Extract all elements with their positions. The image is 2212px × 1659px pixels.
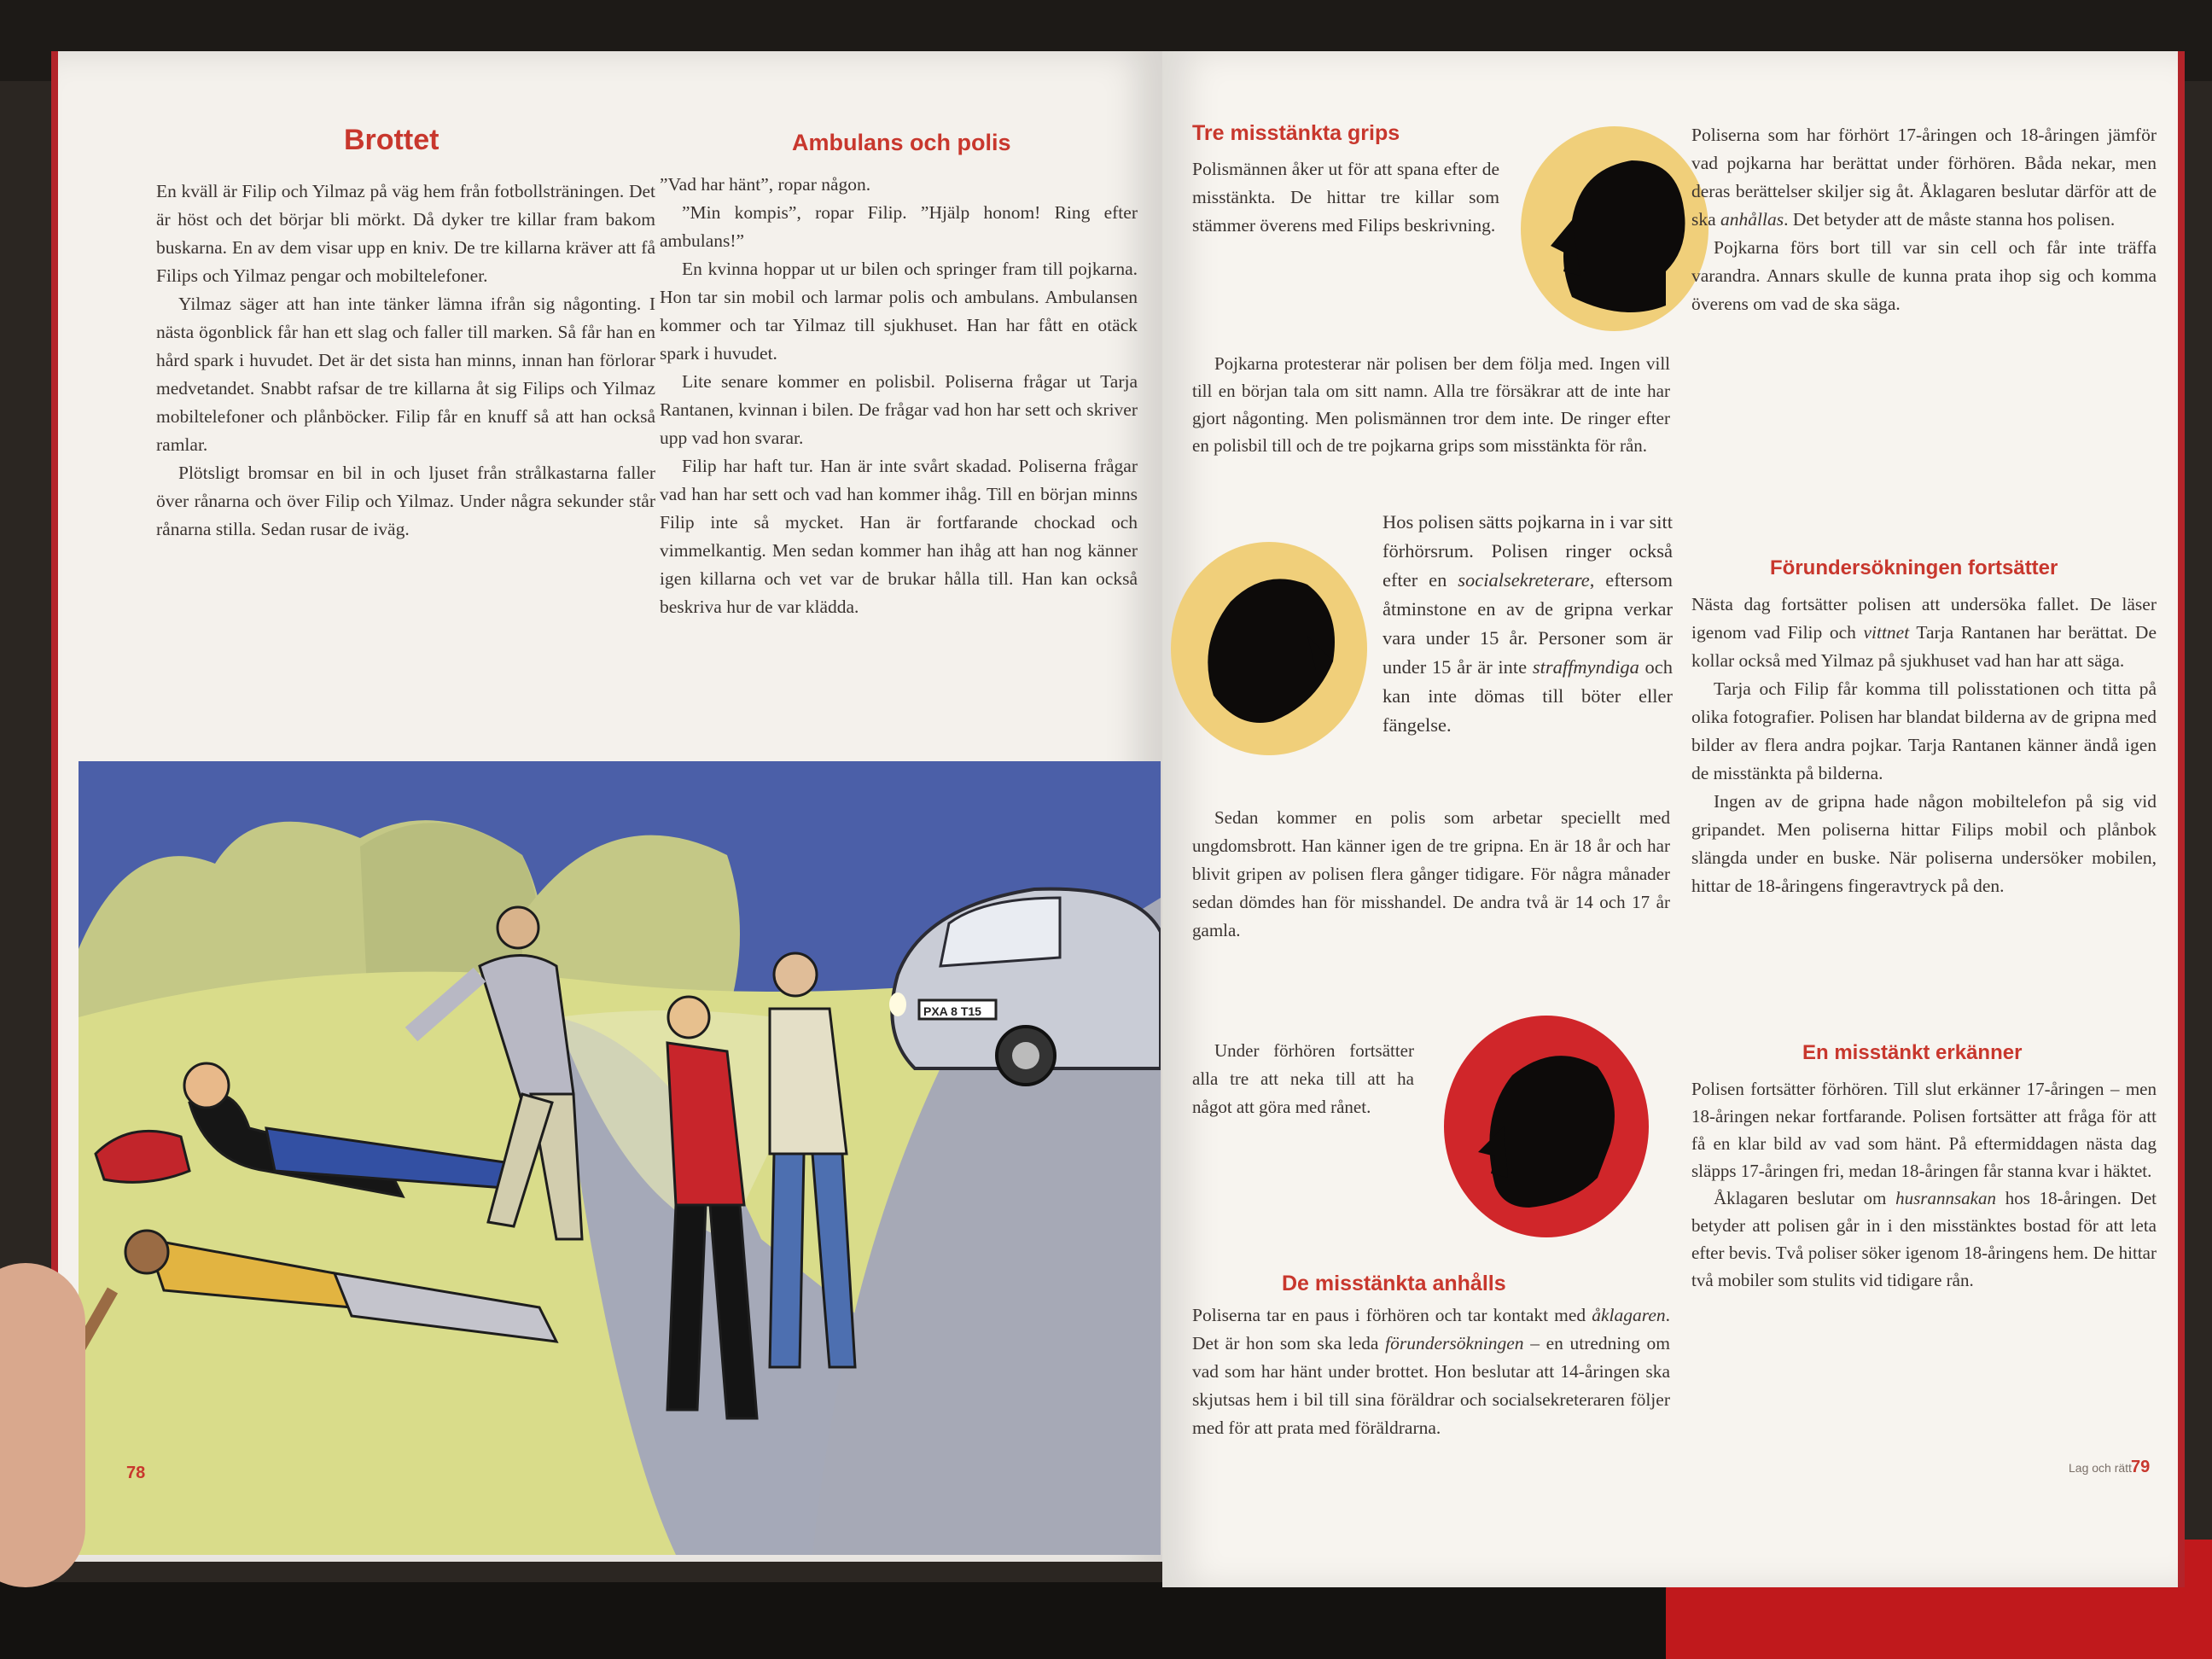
page-number-left: 78 — [126, 1464, 146, 1482]
paragraph: Pojkarna förs bort till var sin cell och… — [1691, 237, 2157, 314]
column-erkanner: Polisen fortsätter förhören. Till slut e… — [1691, 1075, 2157, 1294]
robbery-illustration: PXA 8 T15 — [79, 761, 1161, 1555]
paragraph: En kvinna hoppar ut ur bilen och springe… — [660, 259, 1138, 364]
thumb — [0, 1263, 85, 1587]
term-husrannsakan: husrannsakan — [1895, 1188, 1996, 1208]
paragraph: Nästa dag fortsätter polisen att undersö… — [1691, 591, 2157, 675]
heading-en-misstankt-erkanner: En misstänkt erkänner — [1802, 1041, 2023, 1064]
column-forhoren: Under förhören fortsätter alla tre att n… — [1192, 1037, 1414, 1121]
paragraph: Lite senare kommer en polisbil. Polisern… — [660, 371, 1138, 448]
term-vittnet: vittnet — [1863, 622, 1910, 643]
paragraph: En kväll är Filip och Yilmaz på väg hem … — [156, 181, 655, 286]
text-run: Åklagaren beslutar om — [1714, 1188, 1887, 1208]
paragraph: Poliserna tar en paus i förhören och tar… — [1192, 1301, 1670, 1442]
paragraph: Tarja och Filip får komma till polisstat… — [1691, 678, 2157, 783]
column-grips: Polismännen åker ut för att spana efter … — [1192, 155, 1499, 240]
book-spread: Brottet En kväll är Filip och Yilmaz på … — [51, 51, 2185, 1587]
right-page: Tre misstänkta grips Polismännen åker ut… — [1162, 51, 2185, 1587]
text-run: Poliserna tar en paus i förhören och tar… — [1192, 1305, 1586, 1325]
paragraph: Polisen fortsätter förhören. Till slut e… — [1691, 1079, 2157, 1181]
paragraph: Åklagaren beslutar om husrannsakan hos 1… — [1691, 1185, 2157, 1294]
paragraph: Sedan kommer en polis som arbetar specie… — [1192, 807, 1670, 940]
heading-de-misstankta-anhalls: De misstänkta anhålls — [1282, 1272, 1506, 1295]
term-socialsekreterare: socialsekreterare — [1458, 569, 1590, 591]
car-license-plate: PXA 8 T15 — [923, 1004, 981, 1018]
heading-tre-misstankta-grips: Tre misstänkta grips — [1192, 121, 1400, 145]
paragraph: Filip har haft tur. Han är inte svårt sk… — [660, 456, 1138, 617]
paragraph: ”Min kompis”, ropar Filip. ”Hjälp honom!… — [660, 202, 1138, 251]
term-forundersokningen: förundersökningen — [1385, 1333, 1524, 1353]
term-aklagaren: åklagaren — [1592, 1305, 1666, 1325]
heading-ambulans-och-polis: Ambulans och polis — [792, 130, 1011, 155]
heading-brottet: Brottet — [344, 124, 439, 156]
left-page: Brottet En kväll är Filip och Yilmaz på … — [51, 51, 1162, 1562]
column-anhalls: Poliserna tar en paus i förhören och tar… — [1192, 1301, 1670, 1442]
paragraph: Pojkarna protesterar när polisen ber dem… — [1192, 353, 1670, 456]
column-hos-polisen: Hos polisen sätts pojkarna in i var sitt… — [1382, 508, 1673, 740]
paragraph: ”Vad har hänt”, ropar någon. — [660, 174, 871, 195]
column-right: Poliserna som har förhört 17-åringen och… — [1691, 121, 2157, 318]
paragraph: Polismännen åker ut för att spana efter … — [1192, 159, 1499, 236]
paragraph: Plötsligt bromsar en bil in och ljuset f… — [156, 463, 655, 539]
term-anhallas: anhållas — [1720, 209, 1784, 230]
footer-label: Lag och rätt — [2069, 1461, 2132, 1475]
term-straffmyndiga: straffmyndiga — [1532, 656, 1639, 678]
text-run: . Det betyder att de måste stanna hos po… — [1784, 209, 2116, 230]
page-number-right: 79 — [2131, 1458, 2151, 1476]
column-fortsatter: Nästa dag fortsätter polisen att undersö… — [1691, 591, 2157, 900]
column-grips-2: Pojkarna protesterar när polisen ber dem… — [1192, 350, 1670, 459]
paragraph: Poliserna som har förhört 17-åringen och… — [1691, 121, 2157, 234]
paragraph: Under förhören fortsätter alla tre att n… — [1192, 1040, 1414, 1117]
paragraph: Hos polisen sätts pojkarna in i var sitt… — [1382, 508, 1673, 740]
column-brottet: En kväll är Filip och Yilmaz på väg hem … — [156, 178, 655, 544]
paragraph: Ingen av de gripna hade någon mobiltelef… — [1691, 791, 2157, 896]
heading-forundersokningen-fortsatter: Förundersökningen fortsätter — [1770, 556, 2058, 579]
silhouette-red — [1444, 1016, 1649, 1237]
column-ungdomsbrott: Sedan kommer en polis som arbetar specie… — [1192, 804, 1670, 945]
column-ambulans: ”Vad har hänt”, ropar någon. ”Min kompis… — [660, 171, 1138, 621]
silhouette-yellow-left — [1171, 542, 1367, 755]
silhouette-yellow-top — [1521, 126, 1708, 331]
paragraph: Yilmaz säger att han inte tänker lämna i… — [156, 294, 655, 455]
